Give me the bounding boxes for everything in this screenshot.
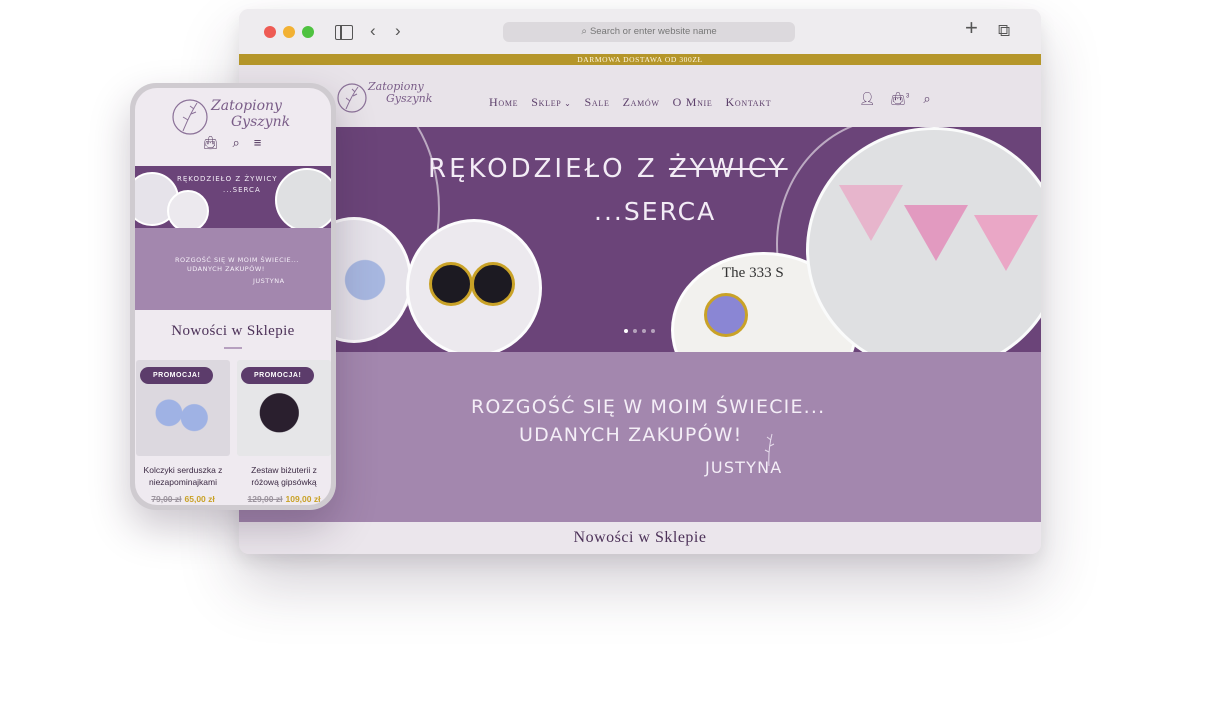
cart-bag-icon[interactable]: 👜︎ bbox=[202, 135, 219, 151]
slider-dot-1[interactable] bbox=[624, 329, 628, 333]
mobile-welcome-signature: JUSTYNA bbox=[253, 277, 285, 285]
product-image[interactable]: PROMOCJA! bbox=[237, 360, 331, 456]
mobile-site-logo[interactable]: Zatopiony Gyszynk bbox=[171, 96, 301, 136]
sidebar-toggle-icon[interactable] bbox=[335, 25, 353, 40]
logo-flower-icon bbox=[337, 83, 367, 113]
hero-subheadline: ...SERCA bbox=[594, 197, 717, 226]
mobile-logo-line-1: Zatopiony bbox=[211, 98, 282, 114]
mobile-welcome-line-1: ROZGOŚĆ SIĘ W MOIM ŚWIECIE... bbox=[175, 256, 299, 264]
sale-price: 109,00 zł bbox=[285, 494, 321, 504]
cart-bag-icon[interactable]: 👜︎3 bbox=[890, 91, 910, 107]
desktop-browser-window: ‹ › ⌕ Search or enter website name + ⧉ DA… bbox=[239, 9, 1041, 554]
new-tab-plus-icon[interactable]: + bbox=[965, 17, 978, 39]
title-divider bbox=[224, 347, 242, 349]
nav-sale[interactable]: Sale bbox=[585, 95, 610, 110]
mobile-hero-line-2: ...SERCA bbox=[223, 186, 261, 194]
address-bar[interactable]: ⌕ Search or enter website name bbox=[503, 22, 795, 42]
mobile-hero-line-1: RĘKODZIEŁO Z ŻYWICY bbox=[177, 175, 278, 183]
hero-headline-prefix: RĘKODZIEŁO Z bbox=[428, 154, 658, 184]
mobile-screen: Zatopiony Gyszynk 👜︎ ⌕ ≡ RĘKODZIEŁO Z ŻY… bbox=[135, 88, 331, 505]
mobile-welcome-line-2: UDANYCH ZAKUPÓW! bbox=[187, 265, 265, 273]
account-user-icon[interactable]: 👤︎ bbox=[859, 91, 876, 107]
old-price: 79,00 zł bbox=[151, 494, 182, 504]
mobile-hero-slider[interactable]: RĘKODZIEŁO Z ŻYWICY ...SERCA bbox=[135, 166, 331, 228]
mobile-new-products-title: Nowości w Sklepie bbox=[171, 323, 295, 339]
product-price: 129,00 zł 109,00 zł bbox=[237, 494, 331, 504]
header-icons: 👤︎ 👜︎3 ⌕ bbox=[859, 91, 931, 107]
cart-count-badge: 3 bbox=[906, 93, 910, 100]
slider-dot-2[interactable] bbox=[633, 329, 637, 333]
product-name[interactable]: Kolczyki serduszka z niezapominajkami bbox=[136, 464, 230, 488]
tab-overview-icon[interactable]: ⧉ bbox=[998, 22, 1010, 40]
slider-dot-4[interactable] bbox=[651, 329, 655, 333]
mobile-hero-photo-right bbox=[275, 168, 331, 228]
new-products-section: Nowości w Sklepie bbox=[239, 522, 1041, 554]
site-logo[interactable]: Zatopiony Gyszynk bbox=[336, 77, 448, 117]
welcome-section: ROZGOŚĆ SIĘ W MOIM ŚWIECIE... UDANYCH ZA… bbox=[239, 352, 1041, 522]
mobile-hero-text: RĘKODZIEŁO Z ŻYWICY ...SERCA bbox=[177, 174, 277, 196]
nav-zamow[interactable]: Zamów bbox=[623, 95, 660, 110]
nav-o-mnie[interactable]: O Mnie bbox=[673, 95, 713, 110]
search-icon[interactable]: ⌕ bbox=[233, 135, 240, 151]
nav-home[interactable]: Home bbox=[489, 95, 518, 110]
product-card[interactable]: PROMOCJA! Kolczyki serduszka z niezapomi… bbox=[136, 360, 230, 504]
site-header: Zatopiony Gyszynk Home Sklep ⌄ Sale Zamó… bbox=[239, 65, 1041, 127]
product-name[interactable]: Zestaw biżuterii z różową gipsówką bbox=[237, 464, 331, 488]
mobile-header-icons: 👜︎ ⌕ ≡ bbox=[202, 135, 261, 151]
sale-price: 65,00 zł bbox=[184, 494, 215, 504]
hero-headline-struck: ŻYWICY bbox=[668, 154, 788, 184]
logo-flower-icon bbox=[172, 99, 208, 135]
new-products-title: Nowości w Sklepie bbox=[573, 529, 707, 546]
product-image[interactable]: PROMOCJA! bbox=[136, 360, 230, 456]
search-icon: ⌕ bbox=[581, 26, 587, 37]
mobile-phone-frame: Zatopiony Gyszynk 👜︎ ⌕ ≡ RĘKODZIEŁO Z ŻY… bbox=[130, 83, 336, 510]
welcome-signature: JUSTYNA bbox=[705, 458, 783, 477]
hero-slider[interactable]: The 333 S RĘKODZIEŁO Z ŻYWICY ...SERCA bbox=[336, 127, 1041, 352]
zoom-window-button[interactable] bbox=[302, 26, 314, 38]
sale-badge: PROMOCJA! bbox=[241, 367, 315, 384]
mobile-logo-text: Zatopiony Gyszynk bbox=[211, 98, 290, 130]
welcome-line-1: ROZGOŚĆ SIĘ W MOIM ŚWIECIE... bbox=[471, 396, 826, 418]
close-window-button[interactable] bbox=[264, 26, 276, 38]
back-arrow-icon[interactable]: ‹ bbox=[370, 22, 376, 40]
free-shipping-banner: DARMOWA DOSTAWA OD 300ZŁ bbox=[239, 54, 1041, 65]
forward-arrow-icon[interactable]: › bbox=[395, 22, 401, 40]
product-price: 79,00 zł 65,00 zł bbox=[136, 494, 230, 504]
slider-dot-3[interactable] bbox=[642, 329, 646, 333]
product-card[interactable]: PROMOCJA! Zestaw biżuterii z różową gips… bbox=[237, 360, 331, 504]
cufflinks-photo bbox=[406, 219, 542, 352]
welcome-line-2: UDANYCH ZAKUPÓW! bbox=[519, 424, 743, 446]
hamburger-menu-icon[interactable]: ≡ bbox=[254, 135, 262, 151]
sale-badge: PROMOCJA! bbox=[140, 367, 214, 384]
old-price: 129,00 zł bbox=[247, 494, 283, 504]
nav-sklep[interactable]: Sklep ⌄ bbox=[531, 95, 571, 110]
browser-toolbar: ‹ › ⌕ Search or enter website name + ⧉ bbox=[239, 9, 1041, 54]
slider-dots bbox=[624, 329, 655, 333]
address-placeholder: Search or enter website name bbox=[589, 26, 717, 37]
nav-sklep-label: Sklep bbox=[531, 95, 562, 109]
mobile-logo-line-2: Gyszynk bbox=[231, 114, 291, 130]
search-icon[interactable]: ⌕ bbox=[923, 91, 930, 107]
logo-text: Zatopiony Gyszynk bbox=[368, 81, 432, 105]
chevron-down-icon: ⌄ bbox=[561, 99, 572, 108]
minimize-window-button[interactable] bbox=[283, 26, 295, 38]
hero-headline: RĘKODZIEŁO Z ŻYWICY bbox=[428, 153, 788, 185]
nav-kontakt[interactable]: Kontakt bbox=[726, 95, 772, 110]
main-nav: Home Sklep ⌄ Sale Zamów O Mnie Kontakt bbox=[489, 95, 771, 110]
book-photo-text: The 333 S bbox=[722, 265, 784, 281]
logo-line-2: Gyszynk bbox=[386, 92, 433, 105]
mobile-welcome-section: ROZGOŚĆ SIĘ W MOIM ŚWIECIE... UDANYCH ZA… bbox=[135, 228, 331, 310]
